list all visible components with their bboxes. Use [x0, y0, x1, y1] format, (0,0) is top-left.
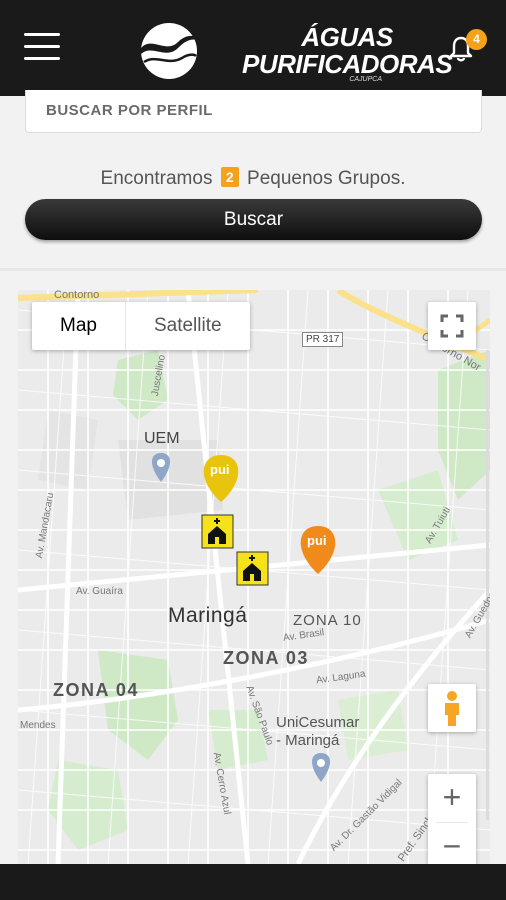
- search-button[interactable]: Buscar: [25, 199, 482, 240]
- pegman-icon: [445, 691, 459, 726]
- notification-badge: 4: [466, 29, 487, 50]
- map-tiles[interactable]: pui pui: [18, 290, 490, 864]
- map-label-unicesumar: UniCesumar - Maringá: [276, 714, 360, 749]
- map-view[interactable]: pui pui UEM Maringá ZONA 10 ZONA 03 ZONA…: [18, 290, 490, 864]
- map-type-control: Map Satellite: [32, 302, 250, 350]
- zoom-out-button[interactable]: −: [428, 823, 476, 864]
- street-view-pegman-button[interactable]: [428, 684, 476, 732]
- fullscreen-icon: [440, 314, 464, 338]
- map-type-map-button[interactable]: Map: [32, 302, 126, 350]
- svg-text:pui: pui: [210, 462, 230, 477]
- map-label-zona04: ZONA 04: [53, 680, 139, 700]
- zoom-in-button[interactable]: +: [428, 774, 476, 822]
- top-app-bar: ÁGUAS PURIFICADORAS CAJUPCA 4: [0, 0, 506, 96]
- menu-icon[interactable]: [24, 33, 60, 61]
- map-label-pr317: PR 317: [302, 332, 344, 347]
- church-marker-icon[interactable]: [201, 514, 234, 549]
- brand-tagline: CAJUPCA: [349, 76, 382, 83]
- map-type-satellite-button[interactable]: Satellite: [126, 302, 250, 350]
- map-label-maringa: Maringá: [168, 604, 248, 627]
- map-label-av-guaira: Av. Guaíra: [76, 586, 123, 597]
- svg-text:pui: pui: [307, 533, 327, 548]
- wave-logo-icon: [141, 23, 198, 79]
- bottom-system-bar: [0, 864, 506, 900]
- zoom-control: + −: [428, 774, 476, 864]
- map-label-zona03: ZONA 03: [223, 648, 309, 668]
- results-summary: Encontramos 2 Pequenos Grupos.: [100, 167, 406, 189]
- results-count-badge: 2: [220, 167, 239, 187]
- brand-name: ÁGUAS PURIFICADORAS: [242, 22, 453, 79]
- church-marker-icon[interactable]: [236, 551, 269, 586]
- map-label-contorno: Contorno: [54, 290, 100, 301]
- profile-search-select[interactable]: BUSCAR POR PERFIL: [25, 90, 482, 133]
- profile-search-label: BUSCAR POR PERFIL: [46, 102, 213, 119]
- map-label-mendes: Mendes: [20, 720, 56, 731]
- map-label-zona10: ZONA 10: [293, 612, 362, 629]
- map-label-uem: UEM: [144, 430, 180, 447]
- brand-logo: ÁGUAS PURIFICADORAS CAJUPCA: [138, 16, 453, 86]
- fullscreen-button[interactable]: [428, 302, 476, 350]
- section-divider: [0, 268, 506, 271]
